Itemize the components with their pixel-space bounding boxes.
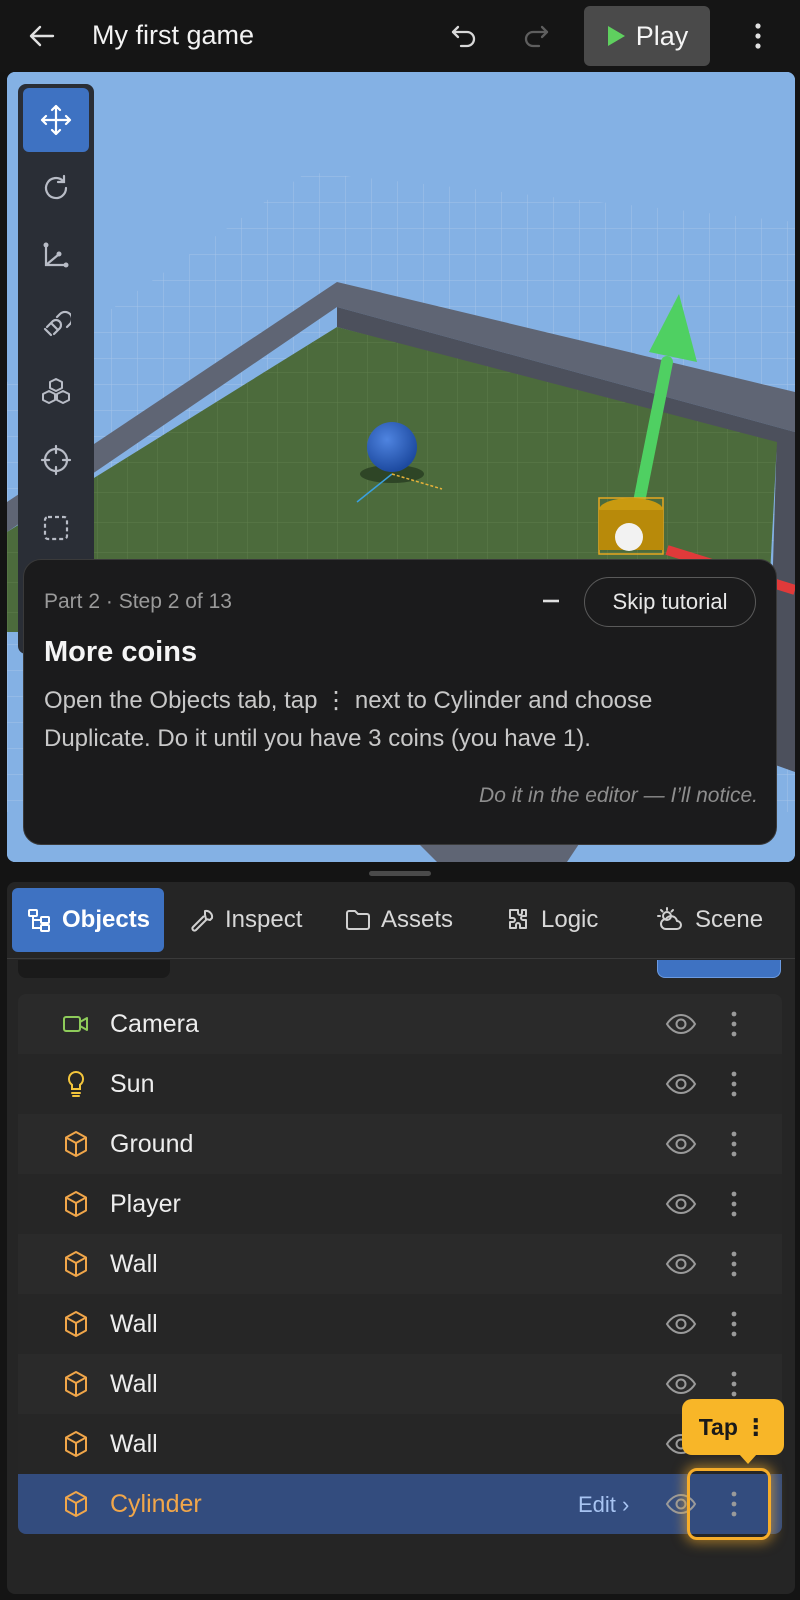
list-item[interactable]: Wall [18, 1414, 782, 1474]
more-vertical-icon[interactable] [724, 1008, 744, 1040]
focus-tool-button[interactable] [23, 428, 89, 492]
tab-scene[interactable]: Scene [643, 888, 783, 952]
object-name: Wall [110, 1250, 158, 1278]
wrench-icon [191, 909, 214, 932]
eye-icon[interactable] [664, 1070, 698, 1098]
cube-icon [62, 1310, 90, 1338]
tab-objects-label: Objects [62, 906, 151, 933]
eye-icon[interactable] [664, 1370, 698, 1398]
tab-assets[interactable]: Assets [331, 888, 471, 952]
tab-logic-label: Logic [541, 906, 599, 933]
list-item[interactable]: Sun [18, 1054, 782, 1114]
tutorial-target-highlight[interactable] [687, 1468, 771, 1540]
more-vertical-icon[interactable] [724, 1308, 744, 1340]
project-title: My first game [92, 20, 255, 50]
top-bar: My first game Play [0, 0, 800, 72]
list-item[interactable]: Wall [18, 1354, 782, 1414]
object-name: Wall [110, 1370, 158, 1398]
back-arrow-icon[interactable] [24, 20, 60, 52]
play-label: Play [635, 20, 689, 51]
object-name: Camera [110, 1010, 199, 1038]
tab-objects[interactable]: Objects [12, 888, 164, 952]
bottom-panel: Objects Inspect Assets Logic Scene Camer… [7, 882, 795, 1594]
scale-tool-button[interactable] [23, 224, 89, 288]
cube-icon [62, 1130, 90, 1158]
list-item[interactable]: Ground [18, 1114, 782, 1174]
puzzle-icon [509, 909, 527, 929]
tab-divider [7, 958, 795, 959]
select-box-icon [43, 515, 69, 541]
tap-callout: Tap ⋮ [682, 1399, 784, 1455]
skip-tutorial-button[interactable]: Skip tutorial [584, 577, 756, 627]
object-name: Wall [110, 1430, 158, 1458]
tutorial-hint: Do it in the editor — I’ll notice. [479, 784, 758, 807]
tutorial-body: Open the Objects tab, tap ⋮ next to Cyli… [44, 687, 653, 752]
object-name: Cylinder [110, 1490, 202, 1518]
rotate-tool-button[interactable] [23, 156, 89, 220]
tutorial-card: Part 2 · Step 2 of 13 Skip tutorial More… [23, 559, 777, 845]
list-item[interactable]: Wall [18, 1234, 782, 1294]
list-item-selected[interactable]: Cylinder Edit › [18, 1474, 782, 1534]
more-vertical-icon[interactable] [724, 1188, 744, 1220]
tab-assets-label: Assets [381, 906, 454, 933]
folder-icon [346, 910, 370, 930]
scale-icon [43, 242, 69, 268]
eye-icon[interactable] [664, 1010, 698, 1038]
tutorial-step-label: Part 2 · Step 2 of 13 [44, 590, 232, 613]
objects-list: Camera Sun Ground Player Wall Wall Wall … [18, 994, 782, 1534]
select-box-tool-button[interactable] [23, 496, 89, 560]
tab-scene-label: Scene [695, 906, 764, 933]
tab-logic[interactable]: Logic [491, 888, 621, 952]
cube-icon [62, 1430, 90, 1458]
rotate-icon [44, 174, 68, 200]
cube-icon [62, 1190, 90, 1218]
objects-cube-icon [42, 378, 70, 404]
minimize-icon[interactable] [536, 584, 566, 618]
panel-tabs: Objects Inspect Assets Logic Scene [7, 882, 795, 958]
play-icon [607, 26, 625, 46]
move-tool-button[interactable] [23, 88, 89, 152]
more-vertical-icon[interactable] [724, 1128, 744, 1160]
objects-tool-button[interactable] [23, 360, 89, 424]
lightbulb-icon [62, 1070, 90, 1098]
snap-tool-button[interactable] [23, 292, 89, 356]
more-vertical-icon[interactable] [724, 1368, 744, 1400]
tab-inspect-label: Inspect [225, 906, 303, 933]
focus-target-icon [40, 444, 72, 476]
tutorial-heading: More coins [44, 636, 198, 668]
more-vertical-icon[interactable] [742, 20, 774, 52]
list-item[interactable]: Player [18, 1174, 782, 1234]
add-object-button-stub[interactable] [657, 960, 781, 978]
object-name: Player [110, 1190, 181, 1218]
edit-link[interactable]: Edit › [578, 1492, 629, 1518]
magnet-icon [43, 310, 71, 337]
redo-icon[interactable] [518, 20, 554, 52]
eye-icon[interactable] [664, 1310, 698, 1338]
object-name: Ground [110, 1130, 194, 1158]
weather-icon [657, 907, 682, 930]
list-item[interactable]: Camera [18, 994, 782, 1054]
object-name: Sun [110, 1070, 155, 1098]
objects-tree-icon [28, 909, 50, 932]
cube-icon [62, 1370, 90, 1398]
cube-icon [62, 1490, 90, 1518]
camera-icon [62, 1010, 90, 1038]
more-vertical-icon[interactable] [724, 1248, 744, 1280]
list-item[interactable]: Wall [18, 1294, 782, 1354]
undo-icon[interactable] [446, 20, 482, 52]
eye-icon[interactable] [664, 1130, 698, 1158]
tap-callout-arrow [739, 1454, 757, 1464]
eye-icon[interactable] [664, 1250, 698, 1278]
object-name: Wall [110, 1310, 158, 1338]
move-icon [40, 104, 72, 136]
cube-icon [62, 1250, 90, 1278]
tab-inspect[interactable]: Inspect [175, 888, 315, 952]
play-button[interactable]: Play [584, 6, 710, 66]
resize-handle[interactable] [369, 871, 431, 876]
eye-icon[interactable] [664, 1190, 698, 1218]
more-vertical-icon[interactable] [724, 1068, 744, 1100]
search-field-stub[interactable] [18, 960, 170, 978]
